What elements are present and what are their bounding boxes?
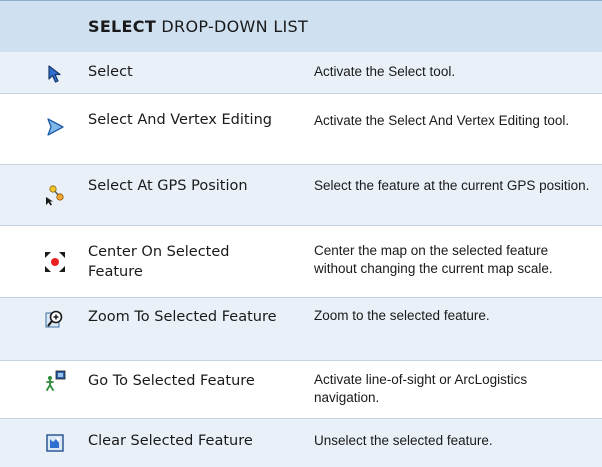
center-target-icon [44,251,66,273]
row-name: Go To Selected Feature [88,373,255,389]
table-header: SELECT DROP-DOWN LIST [0,0,602,52]
table-row: Zoom To Selected Feature Zoom to the sel… [0,298,602,361]
row-name: Zoom To Selected Feature [88,309,277,325]
table-row: Center On Selected Feature Center the ma… [0,226,602,298]
header-title-rest: DROP-DOWN LIST [156,17,309,36]
row-name: Select [88,64,133,80]
table-row: Clear Selected Feature Unselect the sele… [0,419,602,467]
header-title: SELECT DROP-DOWN LIST [88,17,308,36]
clear-selection-icon [44,432,66,454]
row-name: Center On Selected Feature [88,244,230,280]
row-description: Center the map on the selected feature w… [314,243,553,276]
row-name: Select And Vertex Editing [88,112,272,128]
select-dropdown-table: SELECT DROP-DOWN LIST Select Activate th… [0,0,602,467]
zoom-in-icon [44,308,66,330]
select-arrow-icon [44,63,66,85]
row-description: Activate the Select tool. [314,64,456,79]
table-row: Select Activate the Select tool. [0,52,602,94]
row-description: Unselect the selected feature. [314,433,493,448]
row-name: Clear Selected Feature [88,433,253,449]
row-name: Select At GPS Position [88,178,248,194]
walking-person-icon [44,370,66,392]
gps-select-icon [44,184,66,206]
table-row: Select And Vertex Editing Activate the S… [0,94,602,165]
header-title-bold: SELECT [88,17,157,36]
row-description: Activate the Select And Vertex Editing t… [314,113,570,128]
table-row: Go To Selected Feature Activate line-of-… [0,361,602,419]
row-description: Select the feature at the current GPS po… [314,178,590,193]
vertex-arrow-icon [44,116,66,138]
row-description: Activate line-of-sight or ArcLogistics n… [314,372,528,405]
table-row: Select At GPS Position Select the featur… [0,165,602,226]
row-description: Zoom to the selected feature. [314,308,490,323]
